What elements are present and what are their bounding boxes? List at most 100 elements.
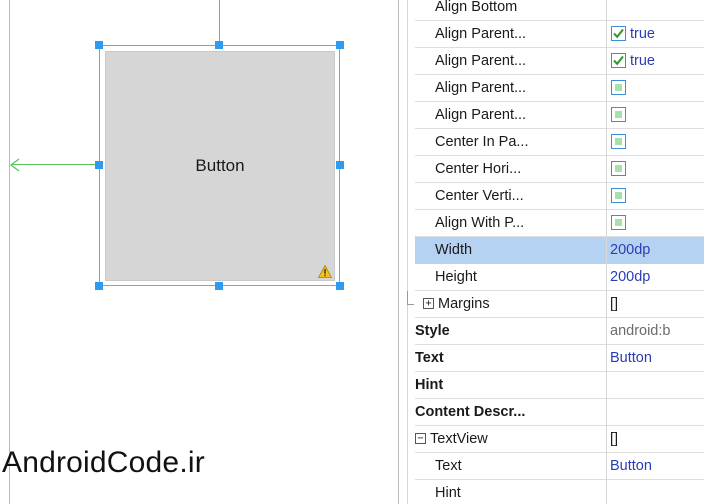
tree-connector: [407, 291, 408, 305]
checkmark-icon: [613, 55, 624, 66]
checkbox-unchecked[interactable]: [611, 107, 626, 122]
property-name: Margins: [438, 296, 490, 312]
left-constraint-line: [12, 164, 99, 165]
property-value[interactable]: Button: [610, 350, 652, 366]
column-divider: [606, 399, 607, 426]
property-value[interactable]: 200dp: [610, 269, 650, 285]
column-divider: [606, 453, 607, 480]
property-name: TextView: [430, 431, 488, 447]
property-row[interactable]: Style android:b: [415, 318, 704, 345]
property-name: Align Bottom: [435, 0, 518, 15]
property-row[interactable]: Align With P...: [415, 210, 704, 237]
property-name: Align Parent...: [435, 80, 527, 96]
resize-handle-top-right[interactable]: [336, 41, 344, 49]
top-constraint-line: [219, 0, 220, 46]
checkbox-unchecked[interactable]: [611, 161, 626, 176]
property-name: Hint: [435, 485, 461, 501]
property-name: Content Descr...: [415, 404, 526, 420]
resize-handle-bottom-left[interactable]: [95, 282, 103, 290]
column-divider: [606, 237, 607, 264]
property-row[interactable]: Align Parent... true: [415, 48, 704, 75]
column-divider: [606, 372, 607, 399]
property-row[interactable]: Text Button: [415, 345, 704, 372]
property-row[interactable]: − TextView []: [415, 426, 704, 453]
property-row[interactable]: Content Descr...: [415, 399, 704, 426]
resize-handle-left[interactable]: [95, 161, 103, 169]
property-row[interactable]: Height 200dp: [415, 264, 704, 291]
canvas-parent-edge: [9, 0, 10, 504]
column-divider: [606, 345, 607, 372]
property-row[interactable]: Align Parent...: [415, 75, 704, 102]
checkbox-unchecked[interactable]: [611, 188, 626, 203]
properties-panel: Align Bottom Align Parent... true Align Par…: [392, 0, 704, 504]
property-row[interactable]: Center Verti...: [415, 183, 704, 210]
warning-icon[interactable]: [318, 265, 332, 278]
column-divider: [606, 75, 607, 102]
property-value[interactable]: []: [610, 296, 618, 312]
property-row[interactable]: Align Bottom: [415, 0, 704, 21]
tree-connector: [407, 304, 414, 305]
button-widget-label: Button: [195, 156, 245, 175]
column-divider: [606, 480, 607, 504]
property-name: Center In Pa...: [435, 134, 529, 150]
column-divider: [606, 156, 607, 183]
column-divider: [606, 264, 607, 291]
property-row[interactable]: Center Hori...: [415, 156, 704, 183]
property-value[interactable]: android:b: [610, 323, 670, 339]
resize-handle-top[interactable]: [215, 41, 223, 49]
property-name: Width: [435, 242, 473, 258]
column-divider: [606, 129, 607, 156]
column-divider: [606, 291, 607, 318]
property-name: Height: [435, 269, 477, 285]
column-divider: [606, 426, 607, 453]
tree-guide-line: [407, 0, 408, 504]
property-name: Hint: [415, 377, 444, 393]
expand-icon[interactable]: +: [423, 298, 434, 309]
property-row[interactable]: Hint: [415, 372, 704, 399]
property-value[interactable]: 200dp: [610, 242, 650, 258]
left-constraint-arrow-icon: [9, 158, 20, 172]
resize-handle-right[interactable]: [336, 161, 344, 169]
checkbox-checked[interactable]: [611, 26, 626, 41]
checkbox-unchecked[interactable]: [611, 80, 626, 95]
layout-canvas[interactable]: Button AndroidCode.ir: [0, 0, 392, 504]
property-row[interactable]: Align Parent...: [415, 102, 704, 129]
column-divider: [606, 210, 607, 237]
column-divider: [606, 48, 607, 75]
checkbox-checked[interactable]: [611, 53, 626, 68]
column-divider: [606, 21, 607, 48]
panel-border: [398, 0, 399, 504]
property-name: Text: [415, 350, 444, 366]
selected-button-widget[interactable]: Button: [99, 45, 340, 286]
property-row[interactable]: + Margins []: [407, 291, 704, 318]
property-value[interactable]: Button: [610, 458, 652, 474]
property-name: Align Parent...: [435, 107, 527, 123]
checkbox-value: true: [630, 26, 655, 42]
property-row[interactable]: Hint: [415, 480, 704, 504]
column-divider: [606, 318, 607, 345]
checkbox-value: true: [630, 53, 655, 69]
resize-handle-top-left[interactable]: [95, 41, 103, 49]
property-row[interactable]: Width 200dp: [415, 237, 704, 264]
property-row[interactable]: Center In Pa...: [415, 129, 704, 156]
checkbox-unchecked[interactable]: [611, 134, 626, 149]
property-value[interactable]: []: [610, 431, 618, 447]
property-name: Style: [415, 323, 450, 339]
resize-handle-bottom[interactable]: [215, 282, 223, 290]
property-name: Text: [435, 458, 462, 474]
property-name: Align Parent...: [435, 53, 527, 69]
resize-handle-bottom-right[interactable]: [336, 282, 344, 290]
property-row[interactable]: Align Parent... true: [415, 21, 704, 48]
property-name: Center Hori...: [435, 161, 522, 177]
column-divider: [606, 102, 607, 129]
property-name: Center Verti...: [435, 188, 524, 204]
column-divider: [606, 183, 607, 210]
column-divider: [606, 0, 607, 21]
button-widget-face[interactable]: Button: [105, 51, 335, 281]
watermark-text: AndroidCode.ir: [2, 446, 205, 479]
checkmark-icon: [613, 28, 624, 39]
checkbox-unchecked[interactable]: [611, 215, 626, 230]
collapse-icon[interactable]: −: [415, 433, 426, 444]
property-name: Align With P...: [435, 215, 525, 231]
property-row[interactable]: Text Button: [415, 453, 704, 480]
